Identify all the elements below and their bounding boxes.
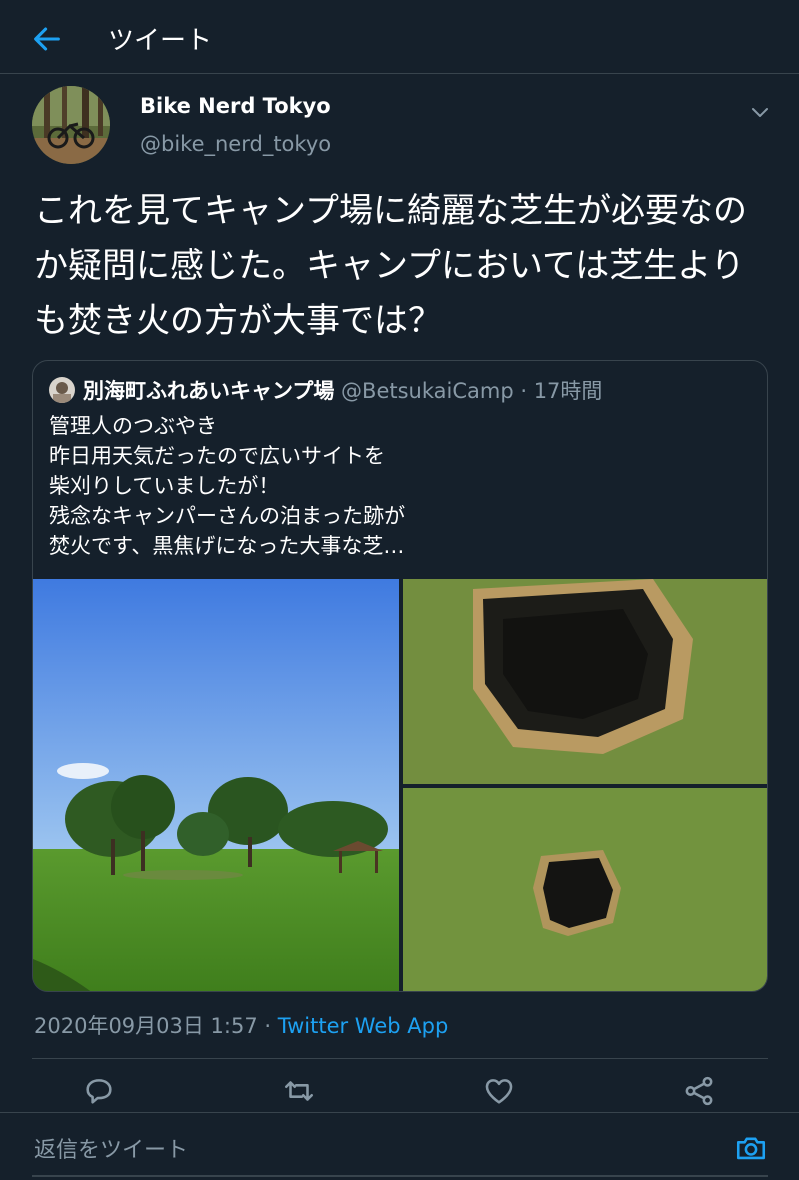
camera-button[interactable] [734, 1131, 768, 1165]
camera-icon [736, 1137, 766, 1160]
photo-burn-mark-closeup[interactable] [403, 579, 767, 784]
retweet-button[interactable] [282, 1074, 316, 1108]
reply-icon [86, 1079, 112, 1104]
photo-burn-mark-far[interactable] [403, 788, 767, 991]
divider [32, 1058, 768, 1059]
reply-bar [0, 1113, 799, 1180]
quoted-handle-time: @BetsukaiCamp · 17時間 [334, 379, 603, 403]
arrow-left-icon [34, 27, 60, 51]
like-button[interactable] [482, 1074, 516, 1108]
quoted-avatar [49, 377, 75, 403]
display-name[interactable]: Bike Nerd Tokyo [140, 94, 331, 118]
photo-campsite[interactable] [33, 579, 399, 991]
avatar[interactable] [32, 86, 110, 164]
like-icon [485, 1079, 513, 1104]
share-icon [685, 1076, 713, 1106]
quoted-tweet[interactable]: 別海町ふれあいキャンプ場 @BetsukaiCamp · 17時間 管理人のつぶ… [32, 360, 768, 992]
chevron-down-icon [752, 108, 768, 117]
reply-button[interactable] [82, 1074, 116, 1108]
user-handle[interactable]: @bike_nerd_tokyo [140, 132, 331, 156]
back-button[interactable] [30, 22, 64, 56]
tweet-timestamp: 2020年09月03日 1:57 · Twitter Web App [34, 1010, 448, 1040]
reply-input-underline [32, 1175, 768, 1177]
share-button[interactable] [682, 1074, 716, 1108]
photo-grid [33, 579, 767, 991]
reply-input[interactable] [32, 1133, 656, 1167]
retweet-icon [284, 1081, 314, 1101]
more-options-button[interactable] [748, 100, 772, 124]
top-app-bar: ツイート [0, 0, 799, 74]
quoted-text: 管理人のつぶやき 昨日用天気だったので広いサイトを 柴刈りしていましたが！ 残念… [49, 414, 406, 558]
timestamp-text: 2020年09月03日 1:57 · [34, 1014, 278, 1038]
client-link[interactable]: Twitter Web App [278, 1014, 449, 1038]
quoted-display-name: 別海町ふれあいキャンプ場 [83, 379, 335, 403]
quoted-header: 別海町ふれあいキャンプ場 @BetsukaiCamp · 17時間 [83, 375, 602, 405]
tweet-text: これを見てキャンプ場に綺麗な芝生が必要なのか疑問に感じた。キャンプにおいては芝生… [34, 191, 747, 341]
page-title: ツイート [108, 26, 213, 56]
